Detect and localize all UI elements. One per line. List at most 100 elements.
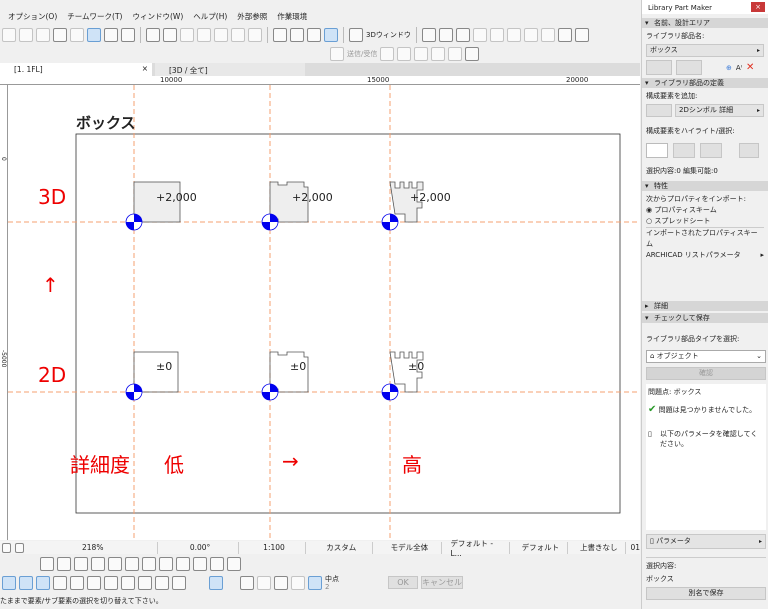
section-check-save[interactable]: チェックして保存: [642, 313, 768, 323]
add-component-select[interactable]: 2Dシンボル 詳細: [675, 104, 764, 117]
ok-button[interactable]: OK: [388, 576, 418, 589]
frame-icon[interactable]: [53, 28, 67, 42]
edit-icon[interactable]: [414, 47, 429, 61]
axes-icon[interactable]: [455, 28, 470, 42]
target-icon[interactable]: [506, 28, 521, 42]
scissors-icon[interactable]: [146, 28, 160, 42]
lock-icon[interactable]: [70, 28, 84, 42]
magic-wand-icon[interactable]: [291, 575, 305, 590]
snap-box-icon[interactable]: [274, 575, 288, 590]
diamond-icon[interactable]: [324, 28, 338, 42]
scale-field[interactable]: 1:100: [243, 541, 307, 554]
roof-tool-icon[interactable]: [91, 557, 105, 571]
corner-icon[interactable]: [197, 28, 211, 42]
home-icon[interactable]: [523, 28, 538, 42]
window-3d-icon[interactable]: [349, 28, 363, 42]
hatch-icon[interactable]: [70, 575, 84, 590]
arc-icon[interactable]: [214, 28, 228, 42]
suspend-groups-icon[interactable]: [87, 28, 101, 42]
layer-field[interactable]: カスタム: [310, 541, 374, 554]
angle-icon[interactable]: [257, 575, 271, 590]
section-details[interactable]: 詳細: [642, 301, 768, 311]
check-icon[interactable]: [240, 575, 254, 590]
abc-icon[interactable]: [87, 575, 101, 590]
snap-setting[interactable]: 中点 2: [325, 575, 339, 591]
draw-icon[interactable]: [646, 104, 672, 117]
model-field[interactable]: モデル全体: [377, 541, 443, 554]
palette-icon[interactable]: [172, 575, 186, 590]
zoom-icon[interactable]: [676, 60, 702, 75]
angle-field[interactable]: 0.00°: [162, 541, 239, 554]
marquee-icon[interactable]: [273, 28, 287, 42]
menu-options[interactable]: オプション(O): [8, 11, 57, 22]
cancel-button[interactable]: キャンセル: [421, 576, 463, 589]
pen-icon[interactable]: [290, 28, 304, 42]
text-tool-icon[interactable]: [193, 557, 207, 571]
confirm-button[interactable]: 確認: [646, 367, 766, 380]
save-as-button[interactable]: 別名で保存: [646, 587, 766, 600]
menu-help[interactable]: ヘルプ(H): [193, 11, 227, 22]
midpoint-icon[interactable]: [308, 575, 322, 590]
walk-icon[interactable]: [472, 28, 487, 42]
imported-scheme[interactable]: ARCHICAD リストパラメータ ▸: [646, 250, 764, 261]
wall-tool-icon[interactable]: [40, 557, 54, 571]
book-icon[interactable]: [155, 575, 169, 590]
delete-icon[interactable]: ✕: [746, 62, 754, 73]
radio-property-scheme[interactable]: ◉ プロパティスキーム: [646, 205, 764, 216]
grid-box-icon[interactable]: [231, 28, 245, 42]
cube-icon[interactable]: [438, 28, 453, 42]
section-properties[interactable]: 特性: [642, 181, 768, 191]
undo-zoom-icon[interactable]: [2, 542, 12, 553]
part-type-select[interactable]: ⌂ オブジェクト ⌄: [646, 350, 766, 363]
person-icon[interactable]: [540, 28, 555, 42]
close-icon[interactable]: ×: [142, 64, 148, 73]
stair-tool-icon[interactable]: [108, 557, 122, 571]
menu-teamwork[interactable]: チームワーク(T): [67, 11, 122, 22]
section-name[interactable]: 名前、設計エリア: [642, 18, 768, 28]
highlight-field[interactable]: [646, 143, 668, 158]
copy-icon[interactable]: [19, 575, 33, 590]
column-tool-icon[interactable]: [125, 557, 139, 571]
split-icon[interactable]: [121, 575, 135, 590]
send-receive-icon[interactable]: [330, 47, 344, 61]
cross-icon[interactable]: [121, 28, 135, 42]
slab-icon[interactable]: [19, 28, 33, 42]
house-icon[interactable]: [248, 28, 262, 42]
layers-icon[interactable]: [557, 28, 572, 42]
tab-3d[interactable]: [3D / 全て]: [155, 63, 305, 76]
ruler-icon[interactable]: [209, 575, 223, 590]
menu-workspace[interactable]: 作業環境: [277, 11, 307, 22]
up-arrow-icon[interactable]: [397, 47, 412, 61]
slab-tool-icon[interactable]: [74, 557, 88, 571]
fit-icon[interactable]: [104, 575, 118, 590]
radio-spreadsheet[interactable]: ○ スプレッドシート: [646, 216, 764, 227]
grid-icon[interactable]: [2, 28, 16, 42]
table-tool-icon[interactable]: [210, 557, 224, 571]
parameters-button[interactable]: ▯ パラメータ: [646, 534, 766, 549]
menu-external[interactable]: 外部参照: [237, 11, 267, 22]
dashed-box-icon[interactable]: [574, 28, 589, 42]
lamp-tool-icon[interactable]: [142, 557, 156, 571]
cloud-icon[interactable]: [307, 28, 321, 42]
cloud-sync-icon[interactable]: [489, 28, 504, 42]
add-icon[interactable]: ⊕: [726, 63, 732, 73]
tab-floor-plan[interactable]: [1. 1FL] ×: [0, 63, 152, 76]
zoom-field[interactable]: 218%: [28, 541, 159, 554]
override-field[interactable]: 上書きなし: [572, 541, 627, 554]
select-bounds-icon[interactable]: [673, 143, 695, 158]
down-arrow-icon[interactable]: [380, 47, 395, 61]
send-receive-button[interactable]: 送信/受信: [347, 49, 377, 59]
users-icon[interactable]: [448, 47, 463, 61]
door-tool-icon[interactable]: [159, 557, 173, 571]
beam-tool-icon[interactable]: [57, 557, 71, 571]
elevation-icon[interactable]: [180, 28, 194, 42]
mirror-icon[interactable]: [36, 575, 50, 590]
window-tool-icon[interactable]: [176, 557, 190, 571]
zoom-selection-icon[interactable]: [739, 143, 759, 158]
view-field[interactable]: デフォルト: [514, 541, 569, 554]
close-button[interactable]: ×: [751, 2, 765, 12]
window-3d-button[interactable]: 3Dウィンドウ: [366, 30, 411, 40]
transfer-icon[interactable]: [465, 47, 480, 61]
zone-tool-icon[interactable]: [227, 557, 241, 571]
crop-icon[interactable]: [646, 60, 672, 75]
